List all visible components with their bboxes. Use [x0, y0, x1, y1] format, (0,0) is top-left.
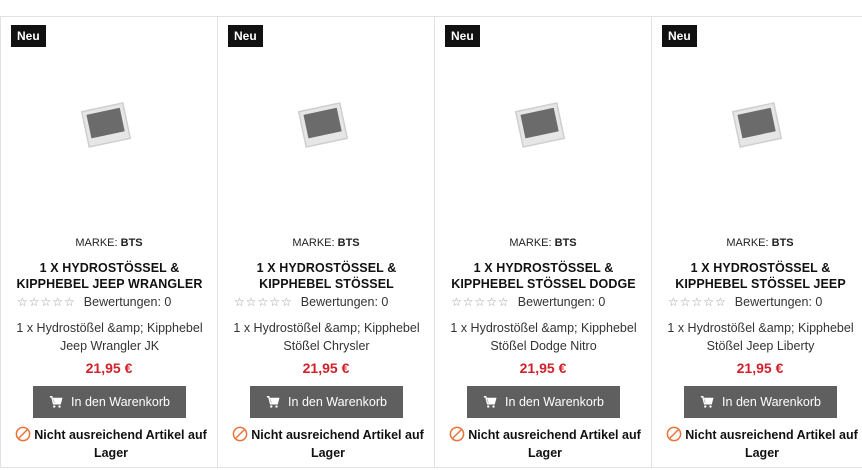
add-to-cart-button[interactable]: In den Warenkorb [467, 386, 620, 418]
brand-prefix: MARKE: [292, 237, 335, 249]
brand-name[interactable]: BTS [338, 237, 360, 249]
brand-prefix: MARKE: [75, 237, 118, 249]
add-to-cart-label: In den Warenkorb [722, 395, 821, 409]
rating-count: Bewertungen: 0 [517, 295, 606, 309]
product-card[interactable]: Neu MARKE: BTS 1 X HYDROSTÖSSEL & KIPPHE… [651, 17, 862, 467]
stock-text: Nicht ausreichend Artikel auf Lager [251, 428, 424, 460]
add-to-cart-button[interactable]: In den Warenkorb [33, 386, 186, 418]
unavailable-icon [449, 426, 465, 442]
brand-line: MARKE: BTS [218, 237, 434, 249]
stock-text: Nicht ausreichend Artikel auf Lager [34, 428, 207, 460]
placeholder-image-icon[interactable] [80, 99, 132, 151]
stock-text: Nicht ausreichend Artikel auf Lager [685, 428, 858, 460]
rating-row: ☆☆☆☆☆ Bewertungen: 0 [451, 295, 605, 309]
product-title[interactable]: 1 X HYDROSTÖSSEL & KIPPHEBEL STÖSSEL DOD… [439, 260, 648, 292]
stock-status: Nicht ausreichend Artikel auf Lager [660, 426, 862, 462]
brand-name[interactable]: BTS [772, 237, 794, 249]
product-title[interactable]: 1 X HYDROSTÖSSEL & KIPPHEBEL JEEP WRANGL… [5, 260, 214, 292]
rating-count: Bewertungen: 0 [300, 295, 389, 309]
add-to-cart-button[interactable]: In den Warenkorb [250, 386, 403, 418]
brand-prefix: MARKE: [726, 237, 769, 249]
product-description: 1 x Hydrostößel &amp; Kipphebel Jeep Wra… [16, 321, 203, 353]
product-card[interactable]: Neu MARKE: BTS 1 X HYDROSTÖSSEL & KIPPHE… [434, 17, 651, 467]
rating-count: Bewertungen: 0 [734, 295, 823, 309]
add-to-cart-label: In den Warenkorb [71, 395, 170, 409]
stock-status: Nicht ausreichend Artikel auf Lager [9, 426, 213, 462]
product-description: 1 x Hydrostößel &amp; Kipphebel Stößel C… [233, 321, 420, 353]
product-price: 21,95 € [519, 360, 567, 376]
brand-line: MARKE: BTS [435, 237, 651, 249]
product-price: 21,95 € [736, 360, 784, 376]
rating-row: ☆☆☆☆☆ Bewertungen: 0 [234, 295, 388, 309]
rating-row: ☆☆☆☆☆ Bewertungen: 0 [668, 295, 822, 309]
product-description: 1 x Hydrostößel &amp; Kipphebel Stößel J… [667, 321, 854, 353]
product-price: 21,95 € [85, 360, 133, 376]
rating-count: Bewertungen: 0 [83, 295, 172, 309]
empty-star-icons: ☆☆☆☆☆ [17, 295, 76, 309]
product-price: 21,95 € [302, 360, 350, 376]
product-title[interactable]: 1 X HYDROSTÖSSEL & KIPPHEBEL STÖSSEL JEE… [656, 260, 862, 292]
product-title[interactable]: 1 X HYDROSTÖSSEL & KIPPHEBEL STÖSSEL [222, 260, 431, 292]
brand-line: MARKE: BTS [652, 237, 862, 249]
cart-icon [266, 396, 280, 408]
empty-star-icons: ☆☆☆☆☆ [668, 295, 727, 309]
unavailable-icon [232, 426, 248, 442]
new-badge: Neu [228, 25, 263, 47]
placeholder-image-icon[interactable] [297, 99, 349, 151]
cart-icon [483, 396, 497, 408]
brand-line: MARKE: BTS [1, 237, 217, 249]
placeholder-image-icon[interactable] [514, 99, 566, 151]
cart-icon [49, 396, 63, 408]
product-card[interactable]: Neu MARKE: BTS 1 X HYDROSTÖSSEL & KIPPHE… [0, 17, 217, 467]
stock-text: Nicht ausreichend Artikel auf Lager [468, 428, 641, 460]
empty-star-icons: ☆☆☆☆☆ [451, 295, 510, 309]
new-badge: Neu [11, 25, 46, 47]
product-card[interactable]: Neu MARKE: BTS 1 X HYDROSTÖSSEL & KIPPHE… [217, 17, 434, 467]
unavailable-icon [15, 426, 31, 442]
add-to-cart-button[interactable]: In den Warenkorb [684, 386, 837, 418]
product-description: 1 x Hydrostößel &amp; Kipphebel Stößel D… [450, 321, 637, 353]
brand-name[interactable]: BTS [121, 237, 143, 249]
rating-row: ☆☆☆☆☆ Bewertungen: 0 [17, 295, 171, 309]
placeholder-image-icon[interactable] [731, 99, 783, 151]
new-badge: Neu [445, 25, 480, 47]
unavailable-icon [666, 426, 682, 442]
brand-prefix: MARKE: [509, 237, 552, 249]
brand-name[interactable]: BTS [555, 237, 577, 249]
add-to-cart-label: In den Warenkorb [505, 395, 604, 409]
product-grid: Neu MARKE: BTS 1 X HYDROSTÖSSEL & KIPPHE… [0, 16, 862, 468]
stock-status: Nicht ausreichend Artikel auf Lager [226, 426, 430, 462]
empty-star-icons: ☆☆☆☆☆ [234, 295, 293, 309]
stock-status: Nicht ausreichend Artikel auf Lager [443, 426, 647, 462]
cart-icon [700, 396, 714, 408]
new-badge: Neu [662, 25, 697, 47]
add-to-cart-label: In den Warenkorb [288, 395, 387, 409]
